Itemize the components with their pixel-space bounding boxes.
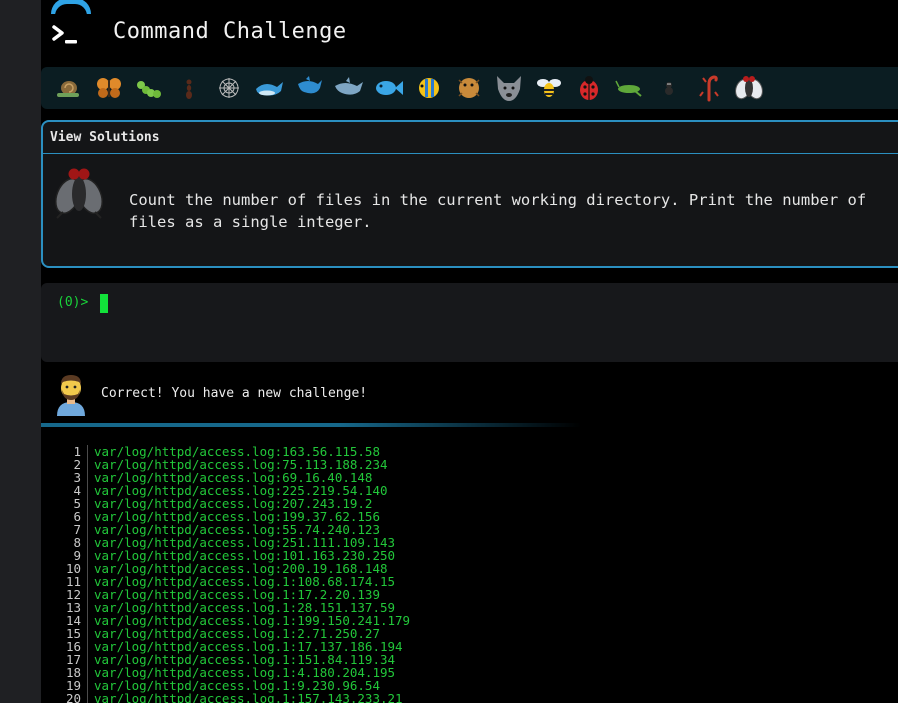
- app-title: Command Challenge: [113, 19, 347, 44]
- fly-icon[interactable]: [729, 72, 769, 104]
- terminal-prompt: (0)>: [57, 295, 89, 310]
- feedback-message: Correct! You have a new challenge!: [101, 386, 368, 401]
- blowfish-icon[interactable]: [449, 72, 489, 104]
- spiderweb-icon[interactable]: [209, 72, 249, 104]
- avatar: [57, 375, 85, 416]
- tropical-fish-icon[interactable]: [409, 72, 449, 104]
- challenge-card: View Solutions Count the number of files…: [41, 120, 898, 268]
- section-divider: [41, 423, 581, 427]
- line-text: var/log/httpd/access.log.1:157.143.233.2…: [94, 691, 403, 703]
- wolf-icon[interactable]: [489, 72, 529, 104]
- command-output: 1 var/log/httpd/access.log:163.56.115.58 2…: [41, 445, 898, 703]
- butterfly-icon[interactable]: [89, 72, 129, 104]
- view-solutions-link[interactable]: View Solutions: [50, 130, 160, 145]
- challenge-progress-bar: [41, 67, 898, 109]
- ladybug-icon[interactable]: [569, 72, 609, 104]
- dolphin-icon[interactable]: [289, 72, 329, 104]
- caterpillar-icon[interactable]: [129, 72, 169, 104]
- challenge-card-header: View Solutions: [43, 122, 898, 154]
- left-gutter: [0, 0, 41, 703]
- ant-icon[interactable]: [169, 72, 209, 104]
- terminal-prompt-icon[interactable]: [51, 22, 81, 48]
- fly-icon: [55, 168, 103, 219]
- snail-icon[interactable]: [49, 72, 89, 104]
- header-accent-arc: [51, 0, 91, 16]
- terminal-input-area[interactable]: (0)>: [41, 283, 898, 362]
- terminal-cursor[interactable]: [100, 294, 108, 313]
- cricket-icon[interactable]: [609, 72, 649, 104]
- app-header: Command Challenge: [41, 0, 898, 66]
- scorpion-icon[interactable]: [689, 72, 729, 104]
- whale-icon[interactable]: [249, 72, 289, 104]
- main-content: Command Challenge View Solutions Count t…: [41, 0, 898, 703]
- line-number: 20: [65, 691, 81, 703]
- feedback-panel: Correct! You have a new challenge!: [41, 366, 898, 422]
- challenge-description: Count the number of files in the current…: [129, 191, 867, 231]
- bee-icon[interactable]: [529, 72, 569, 104]
- fish-icon[interactable]: [369, 72, 409, 104]
- output-line: 20 var/log/httpd/access.log.1:157.143.233…: [41, 692, 898, 703]
- dolphin-2-icon[interactable]: [329, 72, 369, 104]
- spider-icon[interactable]: [649, 72, 689, 104]
